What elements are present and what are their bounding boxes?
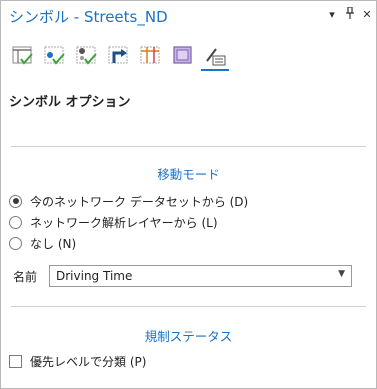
pane-title-bar: シンボル - Streets_ND ▾ ✕ (1, 1, 376, 33)
radio-button[interactable] (9, 236, 22, 250)
turn-symbol-icon[interactable] (105, 41, 133, 71)
divider (11, 146, 366, 147)
radio-button[interactable] (9, 215, 22, 229)
section-title: シンボル オプション (9, 95, 131, 110)
travel-mode-value: Driving Time (56, 269, 133, 283)
radio-none[interactable]: なし (N) (9, 234, 76, 252)
pin-icon[interactable] (342, 6, 358, 23)
chevron-down-icon[interactable]: ▾ (324, 7, 340, 23)
travel-mode-heading: 移動モード (157, 167, 220, 182)
divider (11, 306, 366, 307)
radio-button[interactable] (9, 194, 22, 208)
restriction-symbol-icon[interactable] (137, 41, 165, 71)
close-icon[interactable]: ✕ (359, 7, 375, 23)
radio-label: なし (N) (30, 236, 77, 251)
line-barrier-symbol-icon[interactable] (73, 41, 101, 71)
pane-title: シンボル - Streets_ND (9, 8, 168, 26)
travel-mode-dropdown[interactable]: Driving Time ▼ (49, 265, 352, 287)
name-label: 名前 (13, 270, 38, 284)
sort-by-priority-checkbox[interactable] (9, 354, 22, 368)
sort-by-priority-checkbox-row[interactable]: 優先レベルで分類 (P) (9, 353, 146, 369)
symbol-options-icon[interactable] (201, 41, 229, 71)
restriction-status-heading: 規制ステータス (144, 329, 233, 344)
radio-label: 今のネットワーク データセットから (D) (30, 194, 249, 209)
radio-label: ネットワーク解析レイヤーから (L) (30, 215, 218, 230)
polygon-barrier-symbol-icon[interactable] (169, 41, 197, 71)
point-barrier-symbol-icon[interactable] (41, 41, 69, 71)
radio-current-network-dataset[interactable]: 今のネットワーク データセットから (D) (9, 192, 248, 210)
symbology-pane: シンボル - Streets_ND ▾ ✕ シンボル オプション 移動モード 今… (0, 0, 377, 389)
dropdown-arrow-icon[interactable]: ▼ (338, 269, 345, 279)
symbology-toolbar (9, 41, 239, 75)
radio-network-analysis-layer[interactable]: ネットワーク解析レイヤーから (L) (9, 213, 218, 231)
checkbox-label: 優先レベルで分類 (P) (30, 354, 147, 369)
stops-symbol-icon[interactable] (9, 41, 37, 71)
